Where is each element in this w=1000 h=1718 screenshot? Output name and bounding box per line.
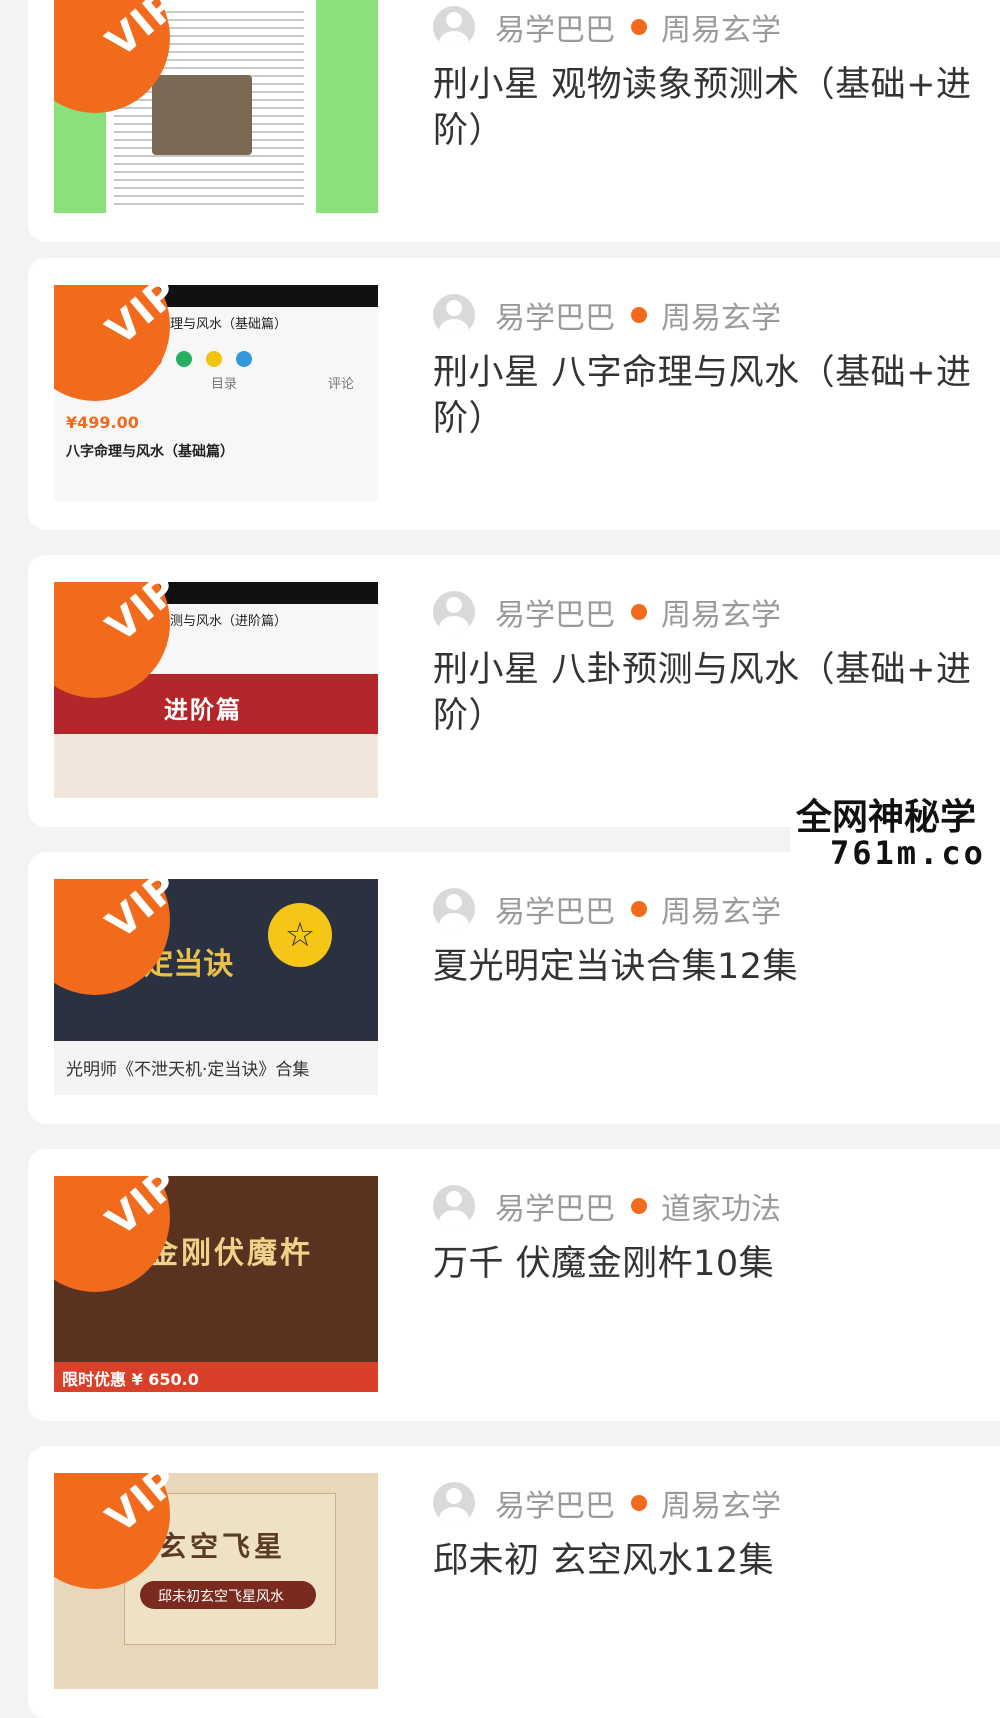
thumb-banner-text: 进阶篇 <box>164 696 242 724</box>
category-label: 周易玄学 <box>661 13 781 48</box>
course-meta: 易学巴巴 周易玄学 <box>433 591 781 633</box>
category-label: 道家功法 <box>661 1192 781 1227</box>
course-thumbnail[interactable]: 机·定当诀 ☆ 光明师《不泄天机·定当诀》合集 VIP <box>54 879 378 1095</box>
thumb-tab: 目录 <box>210 377 237 392</box>
course-title[interactable]: 刑小星 八字命理与风水（基础+进阶） <box>433 350 1000 442</box>
separator-dot <box>631 901 647 917</box>
avatar-icon <box>433 888 475 930</box>
category-label: 周易玄学 <box>661 895 781 930</box>
separator-dot <box>631 1198 647 1214</box>
course-meta: 易学巴巴 周易玄学 <box>433 294 781 336</box>
category-label: 周易玄学 <box>661 301 781 336</box>
author-name: 易学巴巴 <box>495 1489 615 1524</box>
author-name: 易学巴巴 <box>495 301 615 336</box>
photo-image <box>152 75 252 155</box>
course-thumbnail[interactable]: VIP <box>54 0 378 213</box>
separator-dot <box>631 604 647 620</box>
course-title[interactable]: 邱未初 玄空风水12集 <box>433 1538 1000 1584</box>
avatar-icon <box>433 1185 475 1227</box>
avatar-icon <box>433 591 475 633</box>
category-label: 周易玄学 <box>661 598 781 633</box>
separator-dot <box>631 1495 647 1511</box>
thumb-title: 玄空飞星 <box>158 1530 287 1563</box>
course-thumbnail[interactable]: 金刚伏魔杵 限时优惠 ¥ 650.0 VIP <box>54 1176 378 1392</box>
separator-dot <box>631 307 647 323</box>
thumb-tab: 评论 <box>327 377 354 392</box>
course-thumbnail[interactable]: 字命理与风水（基础篇） 介绍 目录 评论 ¥499.00 八字命理与风水（基础篇… <box>54 285 378 501</box>
avatar-icon <box>433 294 475 336</box>
watermark-line-2: 761m.co <box>830 834 986 872</box>
thumb-pill-label: 邱未初玄空飞星风水 <box>158 1589 284 1605</box>
author-name: 易学巴巴 <box>495 895 615 930</box>
thumb-caption: 光明师《不泄天机·定当诀》合集 <box>66 1060 310 1080</box>
course-title[interactable]: 万千 伏魔金刚杵10集 <box>433 1241 1000 1287</box>
author-name: 易学巴巴 <box>495 598 615 633</box>
course-title[interactable]: 刑小星 观物读象预测术（基础+进阶） <box>433 62 1000 154</box>
course-thumbnail[interactable]: 玄空飞星 邱未初玄空飞星风水 VIP <box>54 1473 378 1689</box>
thumb-title: 金刚伏魔杵 <box>148 1236 313 1271</box>
author-name: 易学巴巴 <box>495 13 615 48</box>
course-card[interactable]: 金刚伏魔杵 限时优惠 ¥ 650.0 VIP 易学巴巴 道家功法 万千 伏魔金刚… <box>28 1149 1000 1421</box>
avatar-icon <box>433 1482 475 1524</box>
thumb-price: ¥499.00 <box>66 413 139 432</box>
course-meta: 易学巴巴 周易玄学 <box>433 888 781 930</box>
author-name: 易学巴巴 <box>495 1192 615 1227</box>
category-label: 周易玄学 <box>661 1489 781 1524</box>
course-card[interactable]: VIP 易学巴巴 周易玄学 刑小星 观物读象预测术（基础+进阶） <box>28 0 1000 242</box>
star-icon: ☆ <box>268 903 332 967</box>
course-title[interactable]: 刑小星 八卦预测与风水（基础+进阶） <box>433 647 1000 739</box>
watermark-line-1: 全网神秘学 <box>796 797 977 838</box>
thumb-product-name: 八字命理与风水（基础篇） <box>66 444 234 460</box>
course-title[interactable]: 夏光明定当诀合集12集 <box>433 944 1000 990</box>
course-card[interactable]: 字命理与风水（基础篇） 介绍 目录 评论 ¥499.00 八字命理与风水（基础篇… <box>28 258 1000 530</box>
thumb-price: 限时优惠 ¥ 650.0 <box>62 1370 199 1389</box>
avatar-icon <box>433 6 475 48</box>
course-meta: 易学巴巴 道家功法 <box>433 1185 781 1227</box>
watermark: 全网神秘学 761m.co <box>790 780 1000 880</box>
course-meta: 易学巴巴 周易玄学 <box>433 6 781 48</box>
course-thumbnail[interactable]: 卦预测与风水（进阶篇） 进阶篇 VIP <box>54 582 378 798</box>
separator-dot <box>631 19 647 35</box>
course-card[interactable]: 玄空飞星 邱未初玄空飞星风水 VIP 易学巴巴 周易玄学 邱未初 玄空风水12集 <box>28 1446 1000 1718</box>
course-card[interactable]: 机·定当诀 ☆ 光明师《不泄天机·定当诀》合集 VIP 易学巴巴 周易玄学 夏光… <box>28 852 1000 1124</box>
course-meta: 易学巴巴 周易玄学 <box>433 1482 781 1524</box>
